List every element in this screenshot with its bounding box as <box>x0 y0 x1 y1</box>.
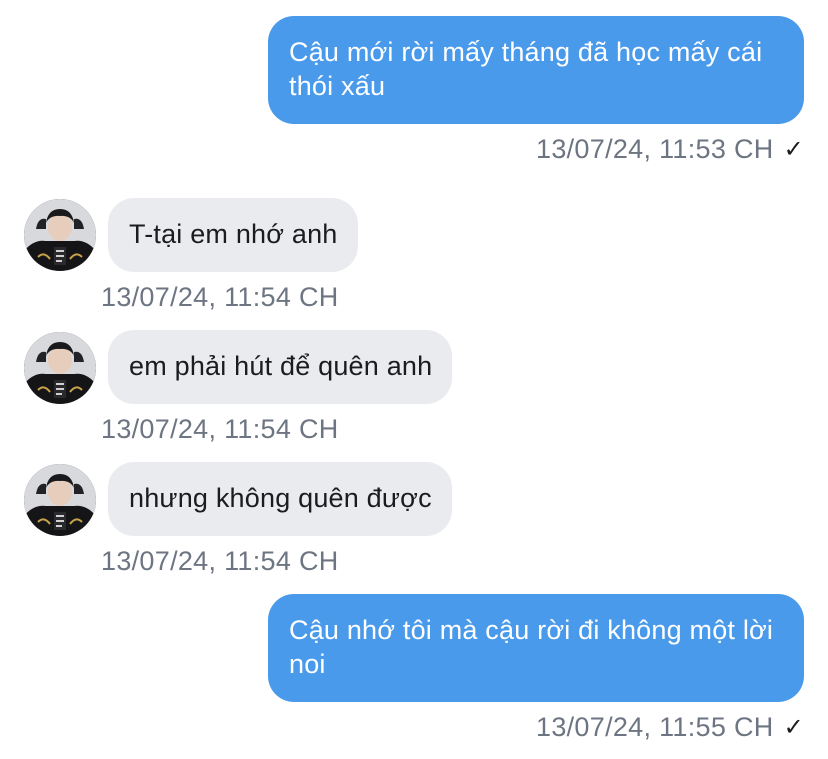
incoming-message-bubble[interactable]: T-tại em nhớ anh <box>108 198 358 272</box>
incoming-message-bubble[interactable]: nhưng không quên được <box>108 462 452 536</box>
message-timestamp: 13/07/24, 11:54 CH <box>101 282 339 312</box>
check-icon: ✓ <box>783 714 804 741</box>
outgoing-message-bubble[interactable]: Cậu mới rời mấy tháng đã học mấy cái thó… <box>268 16 804 124</box>
contact-avatar[interactable] <box>24 464 96 536</box>
message-text: nhưng không quên được <box>129 483 432 513</box>
incoming-message-bubble[interactable]: em phải hút để quên anh <box>108 330 453 404</box>
message-text: Cậu nhớ tôi mà cậu rời đi không một lời … <box>289 615 774 679</box>
message-text: Cậu mới rời mấy tháng đã học mấy cái thó… <box>289 37 763 101</box>
contact-avatar[interactable] <box>24 332 96 404</box>
message-timestamp: 13/07/24, 11:55 CH <box>536 712 774 742</box>
message-timestamp: 13/07/24, 11:53 CH <box>536 134 774 164</box>
chat-thread: Cậu mới rời mấy tháng đã học mấy cái thó… <box>0 0 828 759</box>
message-timestamp-row: 13/07/24, 11:55 CH ✓ <box>536 711 804 744</box>
message-timestamp-row: 13/07/24, 11:53 CH ✓ <box>536 133 804 166</box>
message-timestamp: 13/07/24, 11:54 CH <box>101 546 339 576</box>
contact-avatar[interactable] <box>24 199 96 271</box>
message-timestamp: 13/07/24, 11:54 CH <box>101 414 339 444</box>
check-icon: ✓ <box>783 136 804 163</box>
message-text: T-tại em nhớ anh <box>129 219 338 249</box>
outgoing-message-bubble[interactable]: Cậu nhớ tôi mà cậu rời đi không một lời … <box>268 594 804 702</box>
message-text: em phải hút để quên anh <box>129 351 433 381</box>
